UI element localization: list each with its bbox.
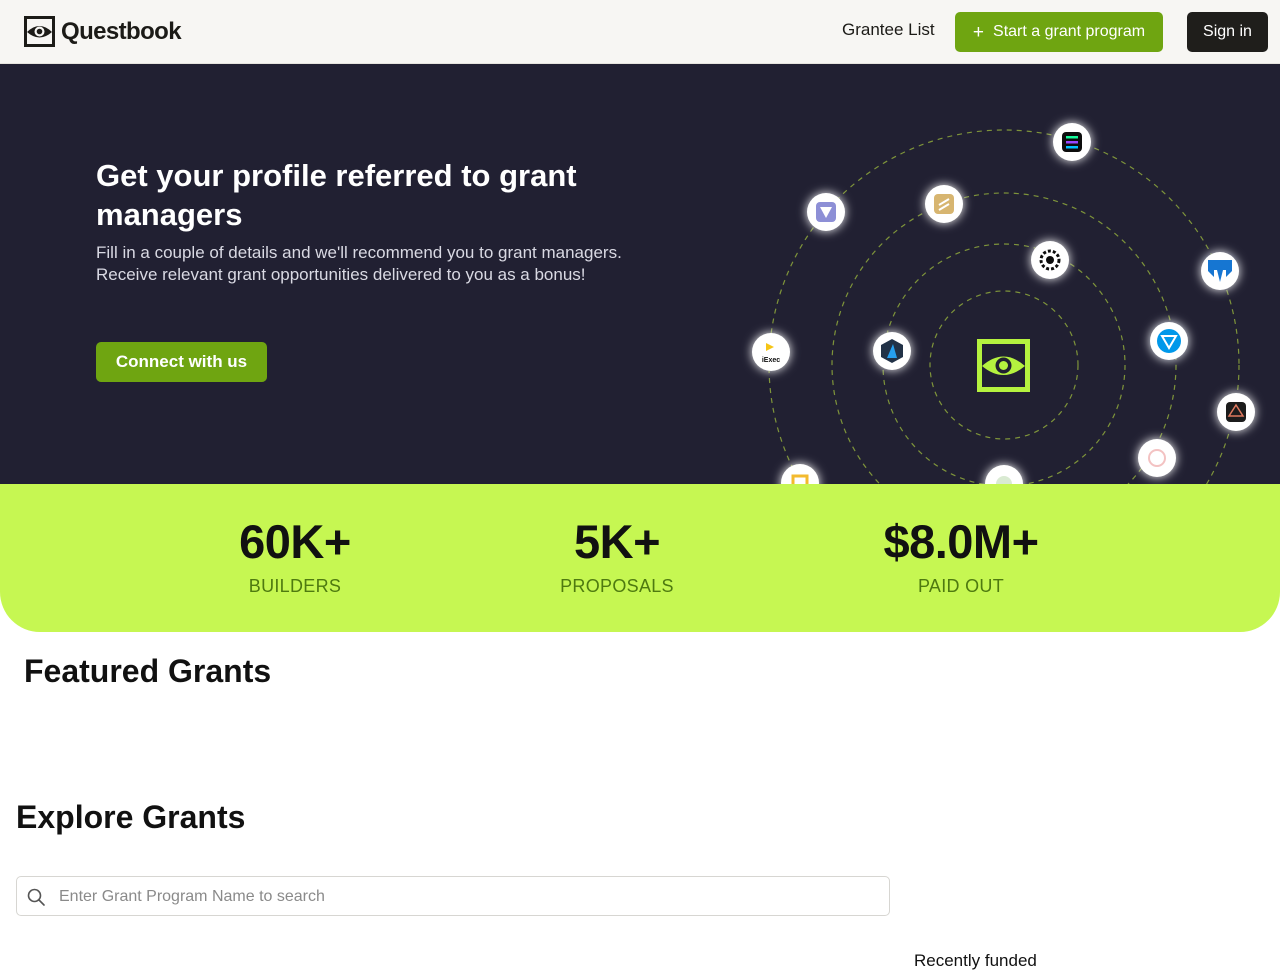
- questbook-eye-icon: [24, 16, 55, 47]
- explore-grants-heading: Explore Grants: [16, 799, 246, 835]
- questbook-center-icon: [977, 339, 1030, 392]
- arbitrum-icon: [873, 332, 911, 370]
- plus-icon: +: [972, 21, 985, 43]
- ton-icon: [1150, 322, 1188, 360]
- solana-icon: [1053, 123, 1091, 161]
- grant-search-input[interactable]: [57, 877, 881, 917]
- stat-value: $8.0M+: [883, 515, 1039, 568]
- stat-label: PROPOSALS: [560, 576, 674, 596]
- stat-value: 5K+: [573, 515, 661, 568]
- compass-icon: [985, 465, 1023, 484]
- stat-label: BUILDERS: [248, 576, 342, 596]
- questbook-logo[interactable]: Questbook: [24, 16, 182, 47]
- stats-banner: 60K+ BUILDERS 5K+ PROPOSALS $8.0M+ PAID …: [0, 484, 1280, 632]
- connect-with-us-button[interactable]: Connect with us: [96, 342, 267, 382]
- sign-in-button[interactable]: Sign in: [1187, 12, 1268, 52]
- ai-icon: [1138, 439, 1176, 477]
- iexec-label: iExec: [762, 357, 780, 364]
- sort-recently-funded[interactable]: Recently funded: [914, 951, 1037, 971]
- prism-icon: [1217, 393, 1255, 431]
- polygon-icon: [807, 193, 845, 231]
- binance-icon: [781, 464, 819, 484]
- stat-builders: 60K+ BUILDERS: [165, 512, 425, 597]
- grantee-list-link[interactable]: Grantee List: [842, 20, 935, 40]
- orbit-rings: [768, 129, 1240, 484]
- search-icon: [27, 888, 45, 906]
- grant-search-box: [16, 876, 890, 917]
- hero-section: iExec Get your profile referred to grant…: [0, 64, 1280, 484]
- gear-icon: [1031, 241, 1069, 279]
- hero-description: Fill in a couple of details and we'll re…: [96, 243, 622, 284]
- stat-proposals: 5K+ PROPOSALS: [487, 512, 747, 597]
- stat-value: 60K+: [239, 515, 351, 568]
- stat-paid-out: $8.0M+ PAID OUT: [831, 512, 1091, 597]
- stat-label: PAID OUT: [917, 576, 1005, 596]
- jar-icon: [925, 185, 963, 223]
- iexec-icon: iExec: [752, 333, 790, 371]
- start-grant-program-button[interactable]: + Start a grant program: [955, 12, 1163, 52]
- start-grant-program-label: Start a grant program: [993, 23, 1146, 40]
- ens-icon: [1201, 252, 1239, 290]
- featured-grants-heading: Featured Grants: [24, 653, 272, 689]
- brand-name: Questbook: [61, 17, 182, 45]
- hero-title: Get your profile referred to grant manag…: [96, 158, 577, 232]
- top-navigation-bar: Questbook Grantee List + Start a grant p…: [0, 0, 1280, 64]
